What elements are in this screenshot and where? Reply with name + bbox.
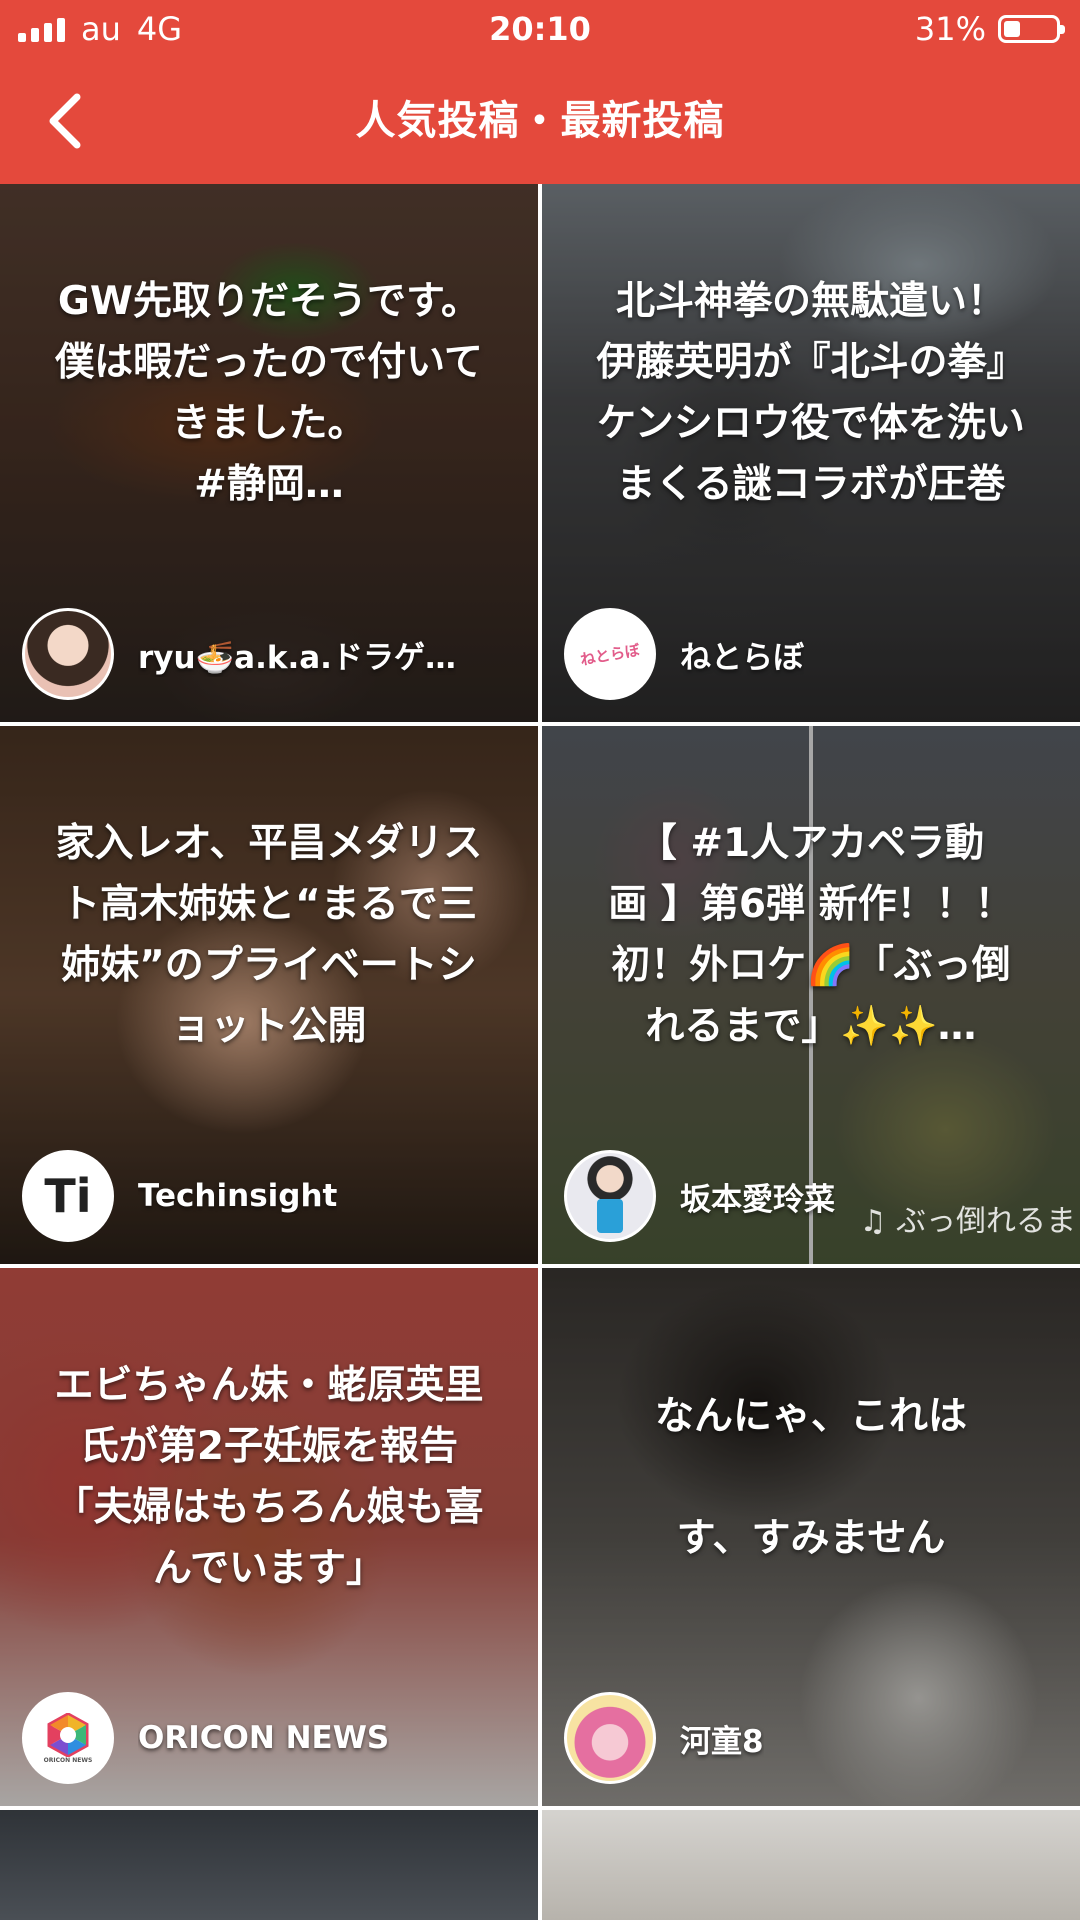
- avatar-logo-text: ORICON NEWS: [43, 1756, 93, 1764]
- post-author[interactable]: ねとらぼ ねとらぼ: [564, 608, 1060, 700]
- author-name: ORICON NEWS: [138, 1720, 390, 1756]
- post-image: [0, 1810, 538, 1920]
- battery-icon: [998, 15, 1065, 43]
- techinsight-logo: Ti: [44, 1169, 92, 1223]
- post-text: 北斗神拳の無駄遣い！ 伊藤英明が『北斗の拳』 ケンシロウ役で体を洗い まくる謎コ…: [596, 279, 1026, 507]
- post-author[interactable]: ORICON NEWS ORICON NEWS: [22, 1692, 518, 1784]
- post-text: エビちゃん妹・蛯原英里 氏が第2子妊娠を報告 「夫婦はもちろん娘も喜 んでいます…: [54, 1363, 484, 1591]
- post-card[interactable]: なんにゃ、これは す、すみません 河童8: [542, 1268, 1080, 1806]
- post-text: 家入レオ、平昌メダリス ト高木姉妹と“まるで三 姉妹”のプライベートシ ョット公…: [55, 821, 483, 1049]
- author-name: 坂本愛玲菜: [680, 1181, 835, 1218]
- post-image: [542, 1810, 1080, 1920]
- avatar: Ti: [22, 1150, 114, 1242]
- post-card[interactable]: エビちゃん妹・蛯原英里 氏が第2子妊娠を報告 「夫婦はもちろん娘も喜 んでいます…: [0, 1268, 538, 1806]
- post-author[interactable]: 坂本愛玲菜: [564, 1150, 1060, 1242]
- page-title: 人気投稿・最新投稿: [355, 98, 725, 144]
- battery-level: [1004, 21, 1020, 37]
- author-name: ryu🍜a.k.a.ドラゲ…: [138, 639, 456, 676]
- avatar: [564, 1150, 656, 1242]
- oricon-logo-icon: [47, 1712, 89, 1757]
- post-author[interactable]: 河童8: [564, 1692, 1060, 1784]
- avatar-logo-text: ねとらぼ: [578, 640, 642, 669]
- avatar: ねとらぼ: [564, 608, 656, 700]
- post-author[interactable]: ryu🍜a.k.a.ドラゲ…: [22, 608, 518, 700]
- post-card[interactable]: [0, 1810, 538, 1920]
- status-right: 31%: [914, 0, 1065, 58]
- post-card[interactable]: GW先取りだそうです。 僕は暇だったので付いて きました。 #静岡… ryu🍜a…: [0, 184, 538, 722]
- status-bar: au 4G 20:10 31%: [0, 0, 1080, 58]
- avatar: ORICON NEWS: [22, 1692, 114, 1784]
- post-author[interactable]: Ti Techinsight: [22, 1150, 518, 1242]
- author-name: ねとらぼ: [680, 639, 804, 676]
- author-name: Techinsight: [138, 1178, 338, 1214]
- post-card[interactable]: 【 #1人アカペラ動 画 】第6弾 新作！！！ 初！外ロケ🌈「ぶっ倒 れるまで」…: [542, 726, 1080, 1264]
- post-text: なんにゃ、これは す、すみません: [654, 1393, 967, 1561]
- post-card[interactable]: [542, 1810, 1080, 1920]
- post-card[interactable]: 北斗神拳の無駄遣い！ 伊藤英明が『北斗の拳』 ケンシロウ役で体を洗い まくる謎コ…: [542, 184, 1080, 722]
- nav-bar: 人気投稿・最新投稿: [0, 58, 1080, 184]
- avatar: [564, 1692, 656, 1784]
- app-screen: au 4G 20:10 31% 人気投稿・最新投稿 GW先取りだそうです。 僕は…: [0, 0, 1080, 1920]
- battery-percent: 31%: [914, 10, 986, 48]
- post-text: GW先取りだそうです。 僕は暇だったので付いて きました。 #静岡…: [55, 279, 483, 507]
- post-card[interactable]: 家入レオ、平昌メダリス ト高木姉妹と“まるで三 姉妹”のプライベートシ ョット公…: [0, 726, 538, 1264]
- avatar: [22, 608, 114, 700]
- author-name: 河童8: [680, 1723, 764, 1760]
- post-text: 【 #1人アカペラ動 画 】第6弾 新作！！！ 初！外ロケ🌈「ぶっ倒 れるまで」…: [608, 821, 1014, 1049]
